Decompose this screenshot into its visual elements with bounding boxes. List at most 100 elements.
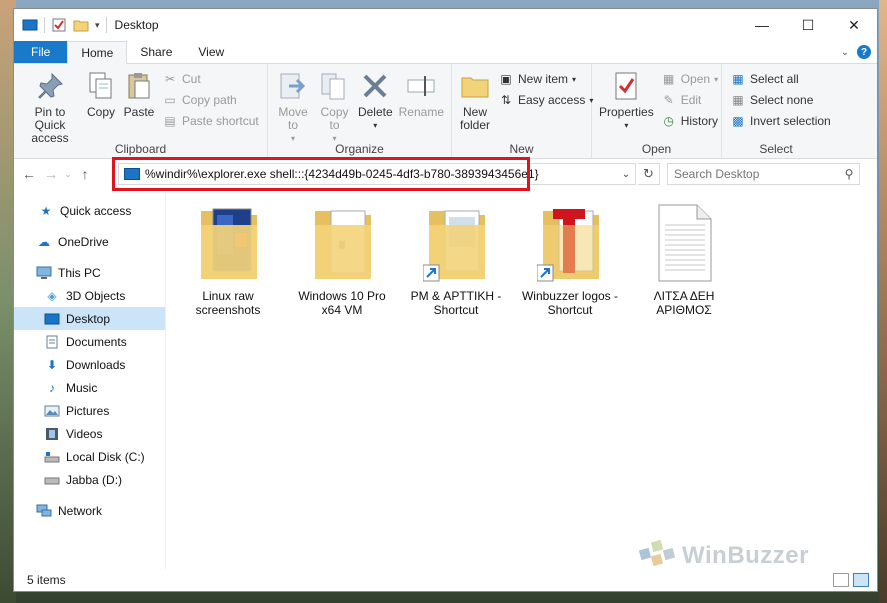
expand-ribbon-icon[interactable]: ⌄ [841,47,849,58]
nav-pictures[interactable]: Pictures [14,399,165,422]
search-input[interactable] [668,167,839,181]
nav-3d-objects[interactable]: ◈ 3D Objects [14,284,165,307]
forward-button[interactable]: → [40,163,62,185]
nav-videos[interactable]: Videos [14,422,165,445]
ribbon: Pin to Quick access Copy Paste ✂ Cut ▭ Cop… [14,63,877,159]
file-item[interactable]: PM & ΑΡΤΤΙΚΗ - Shortcut [404,203,508,317]
copy-to-icon [321,73,345,100]
file-label: ΛΙΤΣΑ ΔΕΗ ΑΡΙΘΜΟΣ [653,289,715,317]
tab-home[interactable]: Home [67,41,128,64]
address-location-icon [124,168,140,180]
large-icons-view-button[interactable] [853,573,869,587]
open-group: Properties ▾ ▦ Open ▾ ✎ Edit ◷ History Open [592,64,722,158]
select-all-button[interactable]: ▦ Select all [730,70,831,88]
invert-selection-button[interactable]: ▩ Invert selection [730,112,830,130]
pin-icon [38,72,63,99]
navigation-pane: ★ Quick access ☁ OneDrive This PC ◈ 3D O… [14,193,166,569]
rename-label: Rename [398,105,444,119]
folder-shortcut-icon [423,210,485,282]
cut-button[interactable]: ✂ Cut [162,70,259,88]
paste-shortcut-label: Paste shortcut [182,114,259,128]
nav-network[interactable]: Network [14,499,165,522]
nav-music[interactable]: ♪ Music [14,376,165,399]
tab-file[interactable]: File [14,41,68,63]
copy-icon [89,72,112,99]
new-item-button[interactable]: ▣ New item ▾ [498,70,593,88]
up-button[interactable]: ↑ [74,163,96,185]
file-item[interactable]: ΛΙΤΣΑ ΔΕΗ ΑΡΙΘΜΟΣ [632,203,736,317]
nav-jabba-d[interactable]: Jabba (D:) [14,468,165,491]
maximize-button[interactable]: ☐ [785,9,831,41]
computer-icon [36,266,52,280]
folder-shortcut-icon [537,209,599,282]
network-icon [36,504,52,518]
nav-this-pc[interactable]: This PC [14,261,165,284]
nav-desktop-label: Desktop [66,311,111,326]
properties-check-icon[interactable] [51,18,67,32]
recent-locations-icon[interactable]: ⌄ [62,163,74,185]
nav-onedrive[interactable]: ☁ OneDrive [14,230,165,253]
history-button[interactable]: ◷ History [661,112,718,130]
paste-label: Paste [123,105,155,119]
edit-button[interactable]: ✎ Edit [661,91,718,109]
details-view-button[interactable] [833,573,849,587]
edit-label: Edit [680,93,702,107]
music-note-icon: ♪ [49,380,55,395]
clipboard-group: Pin to Quick access Copy Paste ✂ Cut ▭ Cop… [14,64,268,158]
folder-with-image-icon [201,208,257,279]
nav-downloads-label: Downloads [66,357,126,372]
history-icon: ◷ [663,114,674,128]
address-bar[interactable]: ⌄ [118,163,636,185]
nav-music-label: Music [66,380,98,395]
address-input[interactable] [145,165,617,183]
select-none-button[interactable]: ▦ Select none [730,91,831,109]
delete-x-icon [363,74,387,98]
open-button[interactable]: ▦ Open ▾ [661,70,718,88]
copy-to-label: Copy to [320,105,349,132]
tab-share[interactable]: Share [127,41,185,63]
search-box[interactable]: ⚲ [667,163,860,185]
move-to-label: Move to [278,105,308,132]
address-dropdown-icon[interactable]: ⌄ [617,169,635,180]
delete-label: Delete [357,105,393,119]
help-icon[interactable]: ? [857,45,871,59]
refresh-button[interactable]: ↻ [638,163,660,185]
open-group-label: Open [641,142,672,156]
file-label: Linux raw screenshots [195,289,261,317]
organize-group: Move to ▾ Copy to ▾ Delete ▾ Rename Orga… [268,64,452,158]
select-all-label: Select all [750,72,799,86]
explorer-window-icon [22,19,38,31]
open-label: Open [680,72,711,86]
qat-dropdown-icon[interactable]: ▾ [95,20,100,31]
back-button[interactable]: ← [18,163,40,185]
nav-local-disk-c[interactable]: Local Disk (C:) [14,445,165,468]
new-folder-qat-icon[interactable] [73,18,89,32]
nav-desktop[interactable]: Desktop [14,307,165,330]
easy-access-button[interactable]: ⇅ Easy access ▾ [498,91,593,109]
tab-view[interactable]: View [185,41,237,63]
paste-icon [128,73,150,99]
file-item[interactable]: Winbuzzer logos - Shortcut [518,203,622,317]
view-switcher [833,573,877,587]
search-icon[interactable]: ⚲ [839,167,859,181]
desktop-icon [44,312,60,326]
nav-quick-access[interactable]: ★ Quick access [14,199,165,222]
file-label: Windows 10 Pro x64 VM [298,289,386,317]
copy-path-button[interactable]: ▭ Copy path [162,91,259,109]
nav-documents[interactable]: Documents [14,330,165,353]
pin-label: Pin to Quick access [31,105,69,145]
file-item[interactable]: Linux raw screenshots [176,203,280,317]
item-count: 5 items [27,573,66,587]
nav-downloads[interactable]: ⬇ Downloads [14,353,165,376]
rename-icon [407,76,435,96]
file-item[interactable]: Windows 10 Pro x64 VM [290,203,394,317]
file-label: PM & ΑΡΤΤΙΚΗ - Shortcut [410,289,502,317]
properties-dropdown-icon: ▾ [624,121,629,130]
paste-shortcut-icon: ▤ [164,114,176,128]
winbuzzer-watermark: WinBuzzer [638,539,809,573]
new-folder-label: New folder [459,105,491,132]
minimize-button[interactable]: — [739,9,785,41]
close-button[interactable]: ✕ [831,9,877,41]
paste-shortcut-button[interactable]: ▤ Paste shortcut [162,112,259,130]
select-none-label: Select none [750,93,814,107]
